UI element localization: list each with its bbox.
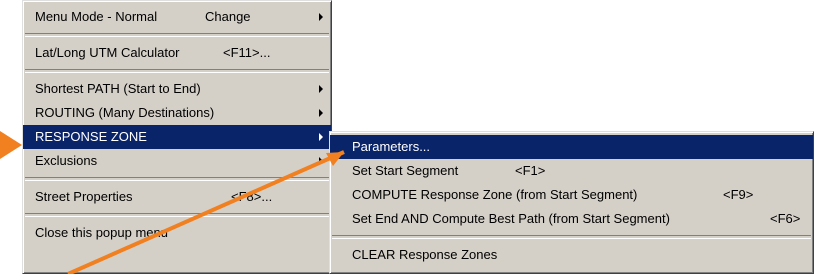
menu-item-shortcut: <F8>... <box>231 189 273 204</box>
menu-item-label: Set Start Segment <box>352 163 459 178</box>
menu-item-label: RESPONSE ZONE <box>35 129 147 144</box>
menu-separator <box>25 177 329 181</box>
menu-item-label: Exclusions <box>35 153 98 168</box>
menu-item-street-properties[interactable]: Street Properties <F8>... <box>23 185 331 209</box>
menu-item-exclusions[interactable]: Exclusions <box>23 149 331 173</box>
submenu-arrow-icon <box>319 157 323 165</box>
response-zone-submenu: Parameters... Set Start Segment <F1> COM… <box>329 131 814 274</box>
submenu-arrow-icon <box>319 13 323 21</box>
menu-item-label: COMPUTE Response Zone (from Start Segmen… <box>352 187 638 202</box>
menu-item-label: Parameters... <box>352 139 431 154</box>
menu-item-close-popup[interactable]: Close this popup menu <box>23 221 331 245</box>
submenu-item-compute-zone[interactable]: COMPUTE Response Zone (from Start Segmen… <box>330 183 813 207</box>
menu-item-label: Set End AND Compute Best Path (from Star… <box>352 211 670 226</box>
menu-item-label: Lat/Long UTM Calculator <box>35 45 180 60</box>
menu-item-label: Street Properties <box>35 189 133 204</box>
submenu-arrow-icon <box>319 133 323 141</box>
menu-item-label: Menu Mode - Normal <box>35 9 158 24</box>
menu-item-label: CLEAR Response Zones <box>352 247 498 262</box>
menu-separator <box>25 69 329 73</box>
menu-item-label: Shortest PATH (Start to End) <box>35 81 201 96</box>
submenu-arrow-icon <box>319 109 323 117</box>
menu-item-shortcut: <F9> <box>723 187 754 202</box>
context-menu: Menu Mode - Normal Change Lat/Long UTM C… <box>22 0 332 274</box>
menu-item-calculator[interactable]: Lat/Long UTM Calculator <F11>... <box>23 41 331 65</box>
menu-item-label: Close this popup menu <box>35 225 168 240</box>
menu-item-shortcut: <F6> <box>770 211 801 226</box>
submenu-item-parameters[interactable]: Parameters... <box>330 135 813 159</box>
submenu-item-clear-zones[interactable]: CLEAR Response Zones <box>330 243 813 267</box>
menu-item-shortest-path[interactable]: Shortest PATH (Start to End) <box>23 77 331 101</box>
menu-item-shortcut: <F1> <box>515 163 546 178</box>
menu-separator <box>25 213 329 217</box>
menu-item-shortcut: Change <box>205 9 251 24</box>
menu-item-routing[interactable]: ROUTING (Many Destinations) <box>23 101 331 125</box>
menu-item-shortcut: <F11>... <box>223 45 271 60</box>
menu-separator <box>332 235 811 239</box>
submenu-arrow-icon <box>319 85 323 93</box>
pointer-arrow-icon <box>0 131 22 159</box>
menu-item-response-zone[interactable]: RESPONSE ZONE <box>23 125 331 149</box>
menu-item-menu-mode[interactable]: Menu Mode - Normal Change <box>23 5 331 29</box>
submenu-item-set-end[interactable]: Set End AND Compute Best Path (from Star… <box>330 207 813 231</box>
menu-separator <box>25 33 329 37</box>
submenu-item-set-start[interactable]: Set Start Segment <F1> <box>330 159 813 183</box>
menu-item-label: ROUTING (Many Destinations) <box>35 105 215 120</box>
